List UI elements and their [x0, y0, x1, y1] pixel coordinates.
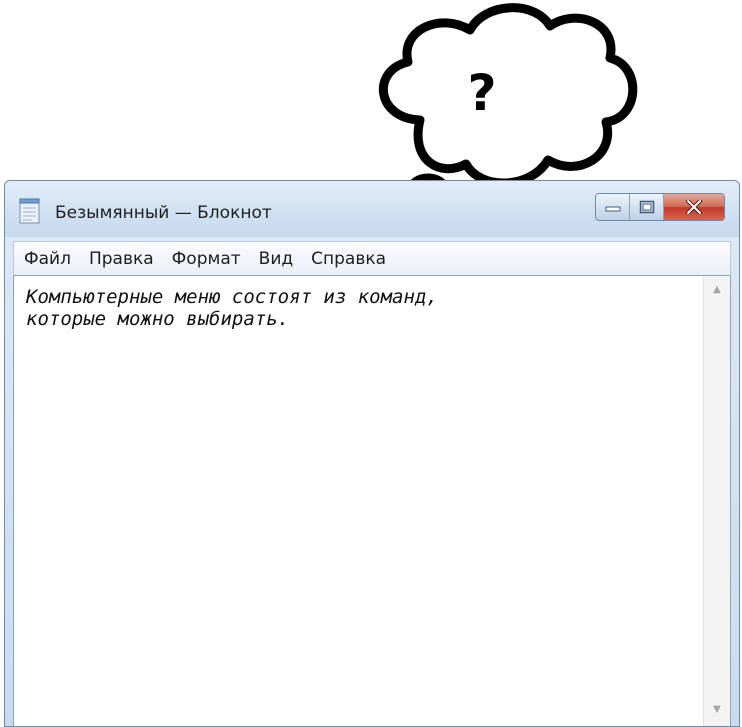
menu-help[interactable]: Справка	[311, 249, 386, 269]
minimize-icon	[605, 206, 620, 212]
menu-bar: Файл Правка Формат Вид Справка	[13, 241, 731, 275]
vertical-scrollbar[interactable]: ▲ ▼	[703, 276, 730, 726]
menu-edit[interactable]: Правка	[89, 249, 154, 269]
menu-format[interactable]: Формат	[172, 249, 241, 269]
screenshot-canvas: ? Безымянный — Блокнот Файл Правка Форма…	[0, 0, 742, 727]
notepad-icon	[19, 198, 40, 224]
scroll-up-arrow-icon[interactable]: ▲	[704, 278, 730, 300]
maximize-button[interactable]	[630, 194, 664, 220]
close-icon	[686, 200, 702, 214]
maximize-icon	[639, 200, 654, 214]
scroll-down-arrow-icon[interactable]: ▼	[704, 698, 730, 720]
text-editor-area[interactable]: Компьютерные меню состоят из команд, кот…	[13, 275, 731, 726]
document-text[interactable]: Компьютерные меню состоят из команд, кот…	[26, 286, 690, 330]
menu-file[interactable]: Файл	[24, 249, 71, 269]
minimize-button[interactable]	[596, 194, 630, 220]
title-bar[interactable]: Безымянный — Блокнот	[5, 181, 739, 237]
caption-buttons	[595, 193, 725, 221]
window-title: Безымянный — Блокнот	[55, 203, 272, 223]
notepad-window: Безымянный — Блокнот Файл Правка Формат …	[4, 180, 740, 727]
menu-view[interactable]: Вид	[259, 249, 293, 269]
close-button[interactable]	[664, 194, 724, 220]
question-mark: ?	[467, 64, 497, 122]
